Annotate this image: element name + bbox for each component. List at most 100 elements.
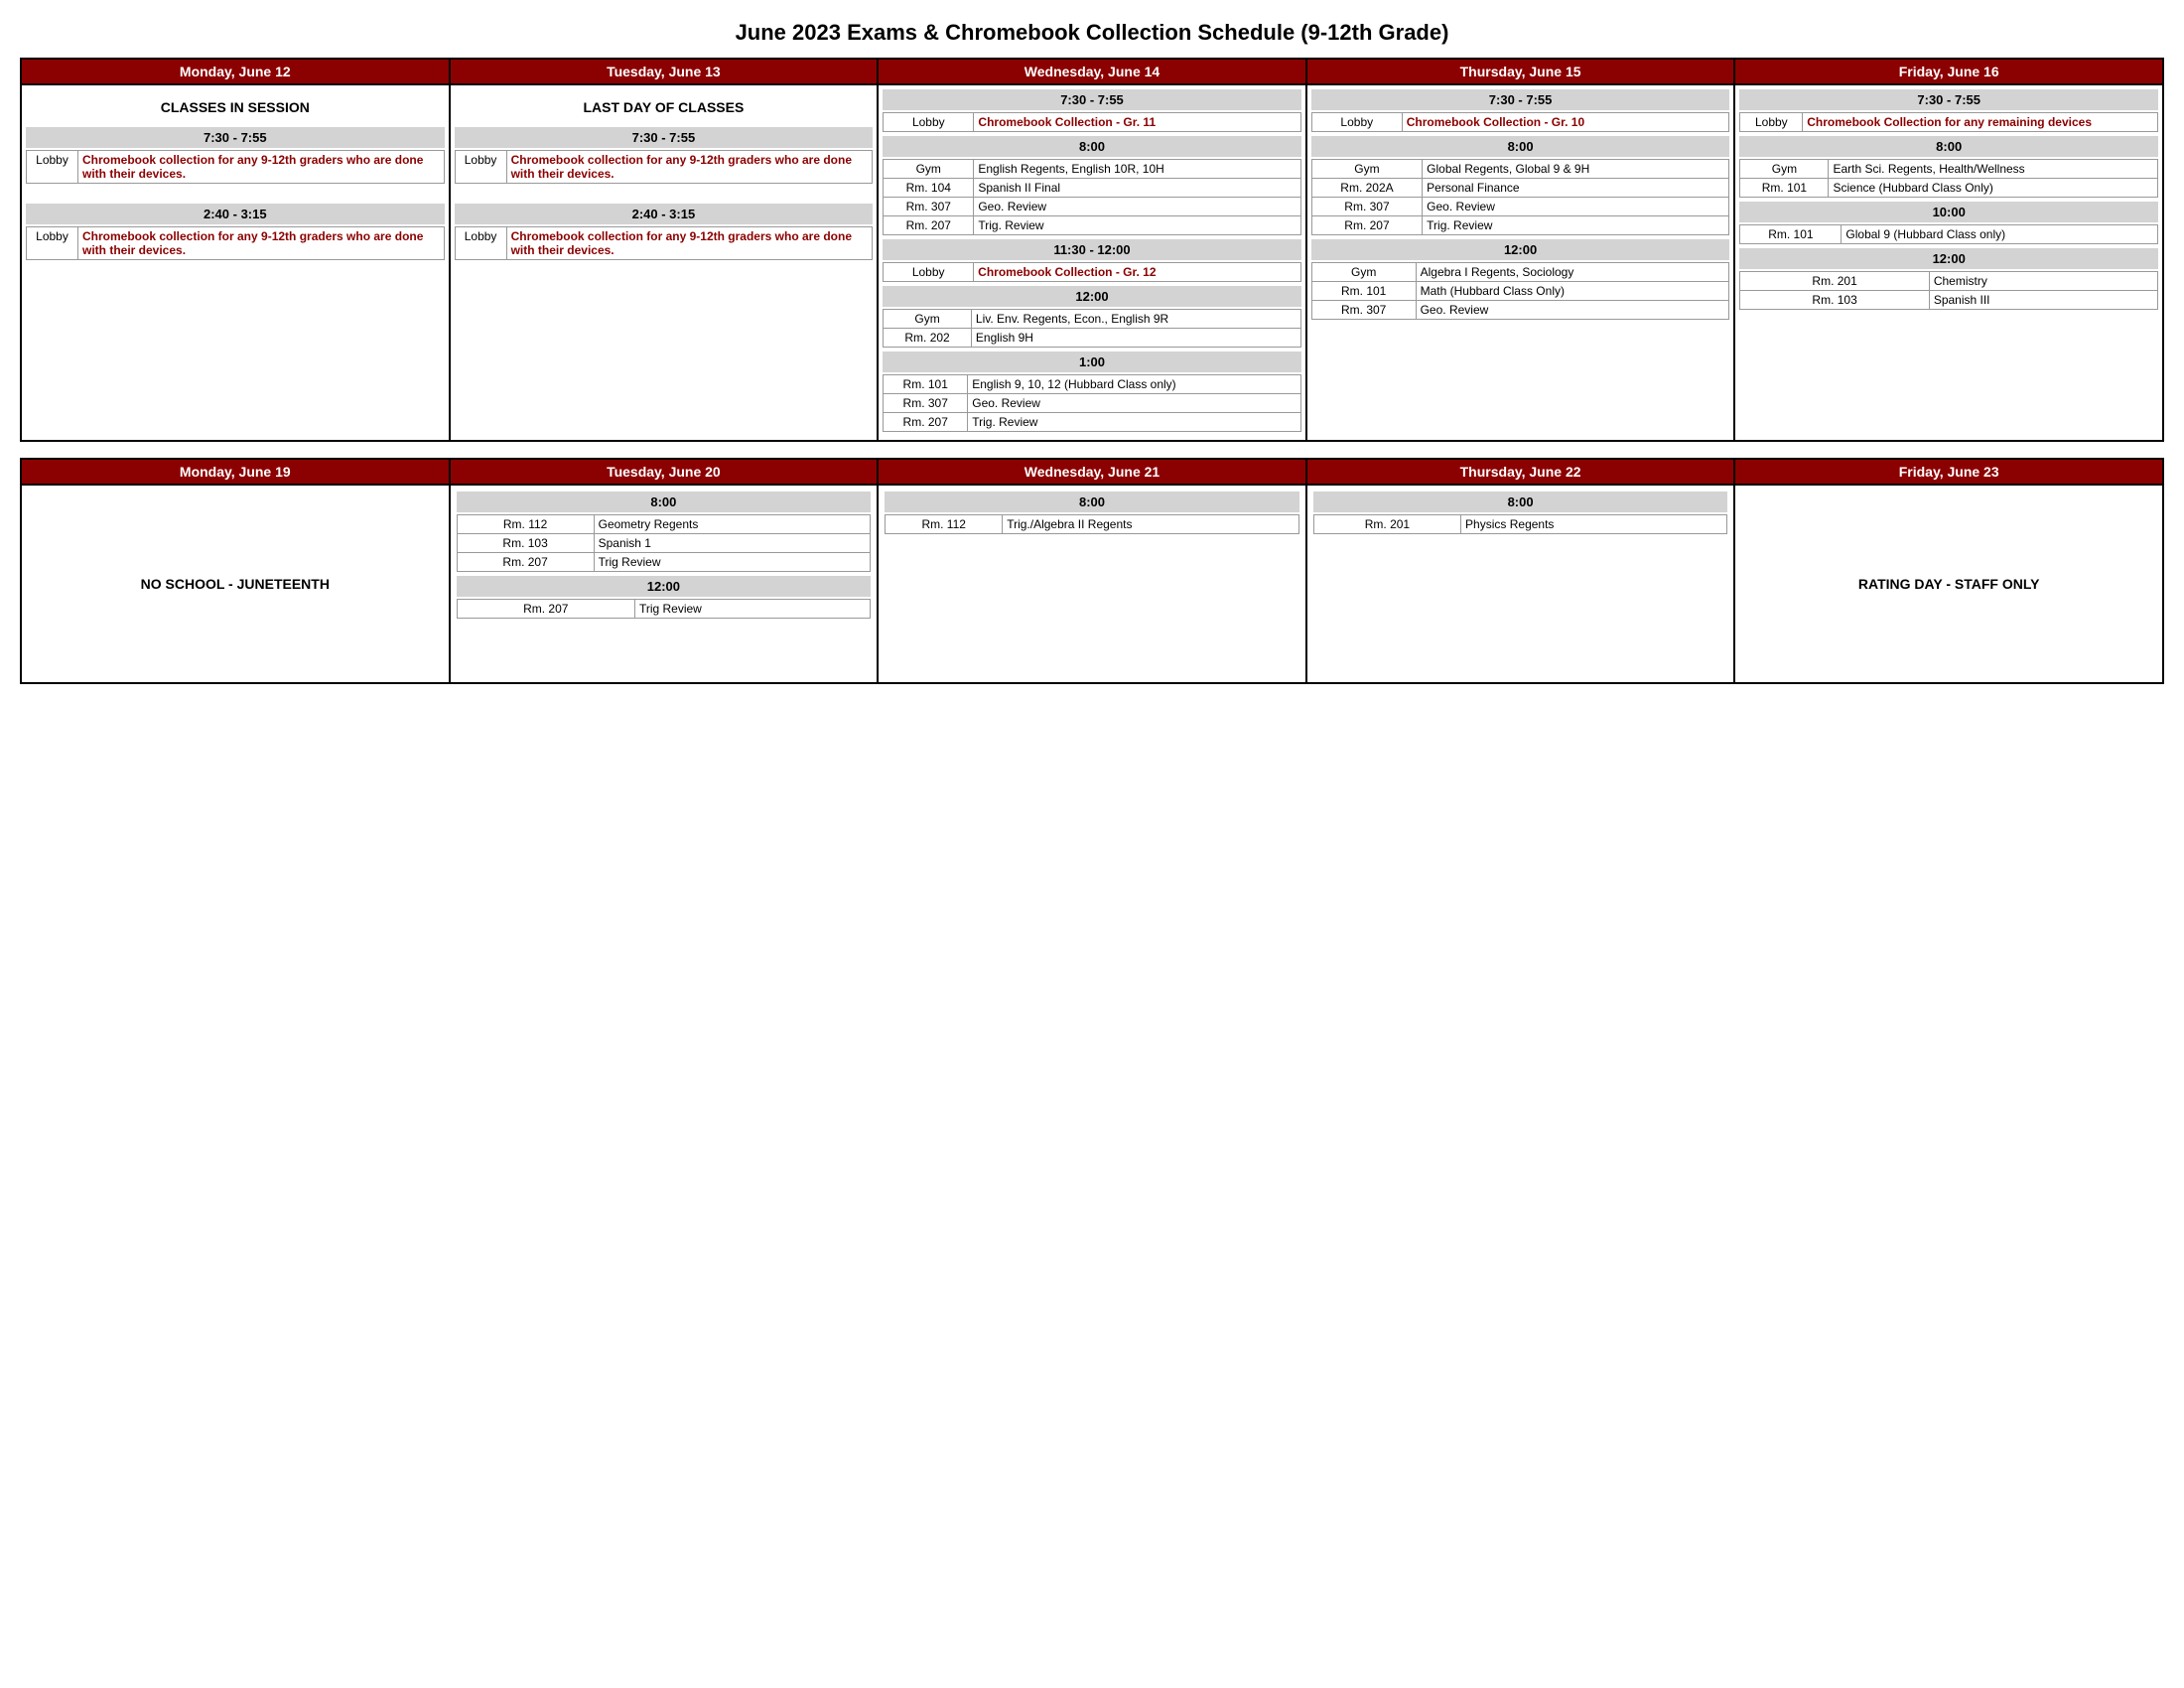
wed-b4-e2: English 9H xyxy=(971,329,1300,348)
week2-wednesday-header: Wednesday, June 21 xyxy=(878,459,1306,485)
wed2-b1-r1: Rm. 112 xyxy=(886,515,1003,534)
thu-b3-r3: Rm. 307 xyxy=(1311,301,1416,320)
tue2-time-2: 12:00 xyxy=(457,576,872,597)
week1-monday-header: Monday, June 12 xyxy=(21,59,450,84)
week2-monday-header: Monday, June 19 xyxy=(21,459,450,485)
thu-b3-e1: Algebra I Regents, Sociology xyxy=(1416,263,1729,282)
wed2-b1-e1: Trig./Algebra II Regents xyxy=(1003,515,1299,534)
wed-b2-r2: Rm. 104 xyxy=(884,179,974,198)
tuesday-label: LAST DAY OF CLASSES xyxy=(455,89,874,119)
thu-block-1: Lobby Chromebook Collection - Gr. 10 xyxy=(1311,112,1730,132)
tue2-b2-e1: Trig Review xyxy=(634,600,870,619)
wed-time-3: 11:30 - 12:00 xyxy=(883,239,1301,260)
wed-b1-event: Chromebook Collection - Gr. 11 xyxy=(974,113,1300,132)
tue2-block-1: Rm. 112 Geometry Regents Rm. 103 Spanish… xyxy=(457,514,872,572)
thu-b2-e3: Geo. Review xyxy=(1423,198,1729,216)
fri-b1-room: Lobby xyxy=(1740,113,1803,132)
week1-friday-header: Friday, June 16 xyxy=(1734,59,2163,84)
fri-block-3: Rm. 101 Global 9 (Hubbard Class only) xyxy=(1739,224,2158,244)
wed2-time-1: 8:00 xyxy=(885,492,1299,512)
tue2-b1-r1: Rm. 112 xyxy=(457,515,594,534)
tuesday-time-1: 7:30 - 7:55 xyxy=(455,127,874,148)
fri-b4-e1: Chemistry xyxy=(1929,272,2157,291)
wed-b2-e4: Trig. Review xyxy=(974,216,1300,235)
wed-b5-r3: Rm. 207 xyxy=(884,413,968,432)
thu-b2-r4: Rm. 207 xyxy=(1311,216,1422,235)
fri-time-4: 12:00 xyxy=(1739,248,2158,269)
wed-b4-r1: Gym xyxy=(884,310,972,329)
tue2-b1-e2: Spanish 1 xyxy=(594,534,871,553)
fri-block-4: Rm. 201 Chemistry Rm. 103 Spanish III xyxy=(1739,271,2158,310)
monday-label: CLASSES IN SESSION xyxy=(26,89,445,119)
week1-tuesday-cell: LAST DAY OF CLASSES 7:30 - 7:55 Lobby Ch… xyxy=(450,84,879,441)
monday-block-1: Lobby Chromebook collection for any 9-12… xyxy=(26,150,445,184)
fri-block-1: Lobby Chromebook Collection for any rema… xyxy=(1739,112,2158,132)
wed-time-2: 8:00 xyxy=(883,136,1301,157)
wed-b2-e3: Geo. Review xyxy=(974,198,1300,216)
wed-block-5: Rm. 101 English 9, 10, 12 (Hubbard Class… xyxy=(883,374,1301,432)
wed-b5-r1: Rm. 101 xyxy=(884,375,968,394)
thu-block-2: Gym Global Regents, Global 9 & 9H Rm. 20… xyxy=(1311,159,1730,235)
tue2-b1-e3: Trig Review xyxy=(594,553,871,572)
tuesday-b2-event: Chromebook collection for any 9-12th gra… xyxy=(506,227,873,260)
wed-b5-r2: Rm. 307 xyxy=(884,394,968,413)
tue2-b1-r2: Rm. 103 xyxy=(457,534,594,553)
thu-b3-r1: Gym xyxy=(1311,263,1416,282)
tue2-b1-e1: Geometry Regents xyxy=(594,515,871,534)
week1-friday-cell: 7:30 - 7:55 Lobby Chromebook Collection … xyxy=(1734,84,2163,441)
week1-thursday-header: Thursday, June 15 xyxy=(1306,59,1735,84)
tuesday-block-2: Lobby Chromebook collection for any 9-12… xyxy=(455,226,874,260)
wed-block-2: Gym English Regents, English 10R, 10H Rm… xyxy=(883,159,1301,235)
thu2-b1-r1: Rm. 201 xyxy=(1313,515,1460,534)
wed-b5-e2: Geo. Review xyxy=(968,394,1301,413)
wed-b2-r3: Rm. 307 xyxy=(884,198,974,216)
tue2-b2-r1: Rm. 207 xyxy=(457,600,634,619)
week2-friday-cell: RATING DAY - STAFF ONLY xyxy=(1734,485,2163,683)
thu2-time-1: 8:00 xyxy=(1313,492,1728,512)
thu-b3-r2: Rm. 101 xyxy=(1311,282,1416,301)
thu2-block-1: Rm. 201 Physics Regents xyxy=(1313,514,1728,534)
week2-tuesday-header: Tuesday, June 20 xyxy=(450,459,879,485)
tue2-block-2: Rm. 207 Trig Review xyxy=(457,599,872,619)
wed-block-3: Lobby Chromebook Collection - Gr. 12 xyxy=(883,262,1301,282)
thu-b2-r1: Gym xyxy=(1311,160,1422,179)
tue2-b1-r3: Rm. 207 xyxy=(457,553,594,572)
thu-b2-r3: Rm. 307 xyxy=(1311,198,1422,216)
thu-b2-r2: Rm. 202A xyxy=(1311,179,1422,198)
week1-wednesday-header: Wednesday, June 14 xyxy=(878,59,1306,84)
thu-time-1: 7:30 - 7:55 xyxy=(1311,89,1730,110)
wed-block-4: Gym Liv. Env. Regents, Econ., English 9R… xyxy=(883,309,1301,348)
thu-b3-e2: Math (Hubbard Class Only) xyxy=(1416,282,1729,301)
thu-time-3: 12:00 xyxy=(1311,239,1730,260)
fri-b4-e2: Spanish III xyxy=(1929,291,2157,310)
fri-b4-r1: Rm. 201 xyxy=(1740,272,1929,291)
monday-b1-room: Lobby xyxy=(27,151,78,184)
week2-thursday-header: Thursday, June 22 xyxy=(1306,459,1735,485)
thu-b2-e1: Global Regents, Global 9 & 9H xyxy=(1423,160,1729,179)
fri-b2-r1: Gym xyxy=(1740,160,1829,179)
wed-b2-r4: Rm. 207 xyxy=(884,216,974,235)
fri-block-2: Gym Earth Sci. Regents, Health/Wellness … xyxy=(1739,159,2158,198)
thu-b2-e4: Trig. Review xyxy=(1423,216,1729,235)
wed-b2-e2: Spanish II Final xyxy=(974,179,1300,198)
thu-b1-room: Lobby xyxy=(1311,113,1402,132)
week2-thursday-cell: 8:00 Rm. 201 Physics Regents xyxy=(1306,485,1735,683)
week1-wednesday-cell: 7:30 - 7:55 Lobby Chromebook Collection … xyxy=(878,84,1306,441)
wed-b4-r2: Rm. 202 xyxy=(884,329,972,348)
page-title: June 2023 Exams & Chromebook Collection … xyxy=(20,20,2164,46)
thu-time-2: 8:00 xyxy=(1311,136,1730,157)
monday-b2-event: Chromebook collection for any 9-12th gra… xyxy=(78,227,445,260)
wed2-block-1: Rm. 112 Trig./Algebra II Regents xyxy=(885,514,1299,534)
thu2-b1-e1: Physics Regents xyxy=(1461,515,1727,534)
week2-tuesday-cell: 8:00 Rm. 112 Geometry Regents Rm. 103 Sp… xyxy=(450,485,879,683)
week2-wednesday-cell: 8:00 Rm. 112 Trig./Algebra II Regents xyxy=(878,485,1306,683)
wed-b3-event: Chromebook Collection - Gr. 12 xyxy=(974,263,1301,282)
monday-time-1: 7:30 - 7:55 xyxy=(26,127,445,148)
monday-time-2: 2:40 - 3:15 xyxy=(26,204,445,224)
tuesday-block-1: Lobby Chromebook collection for any 9-12… xyxy=(455,150,874,184)
wed-block-1: Lobby Chromebook Collection - Gr. 11 xyxy=(883,112,1301,132)
wed-b4-e1: Liv. Env. Regents, Econ., English 9R xyxy=(971,310,1300,329)
week1-tuesday-header: Tuesday, June 13 xyxy=(450,59,879,84)
wed-b2-r1: Gym xyxy=(884,160,974,179)
fri-b4-r2: Rm. 103 xyxy=(1740,291,1929,310)
